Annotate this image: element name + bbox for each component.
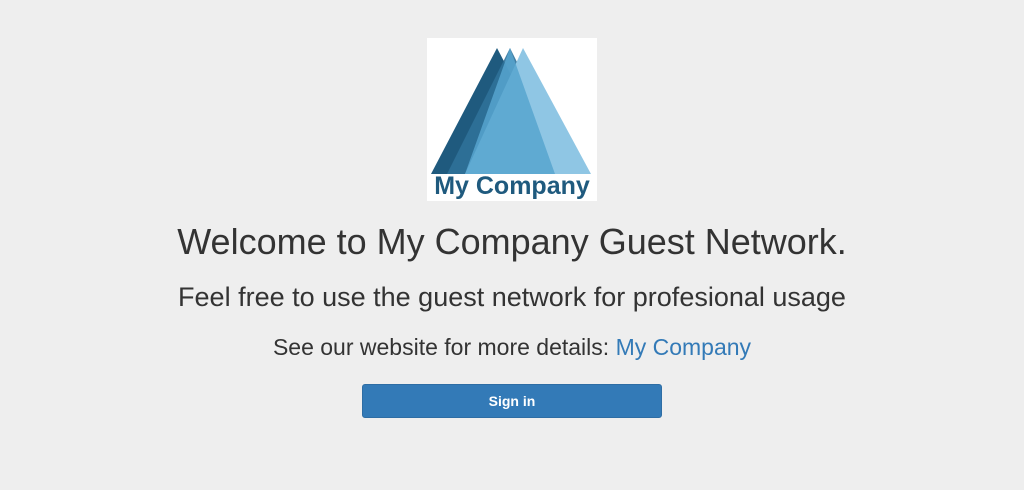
- website-details: See our website for more details: My Com…: [0, 333, 1024, 361]
- usage-subheadline: Feel free to use the guest network for p…: [178, 282, 846, 312]
- welcome-headline: Welcome to My Company Guest Network.: [177, 221, 847, 262]
- portal-page: My Company Welcome to My Company Guest N…: [0, 0, 1024, 490]
- details-prefix: See our website for more details:: [272, 334, 616, 360]
- sign-in-button[interactable]: Sign in: [362, 384, 662, 418]
- logo-text: My Company: [434, 172, 590, 200]
- company-website-link[interactable]: My Company: [616, 334, 751, 360]
- company-logo: My Company: [427, 38, 597, 201]
